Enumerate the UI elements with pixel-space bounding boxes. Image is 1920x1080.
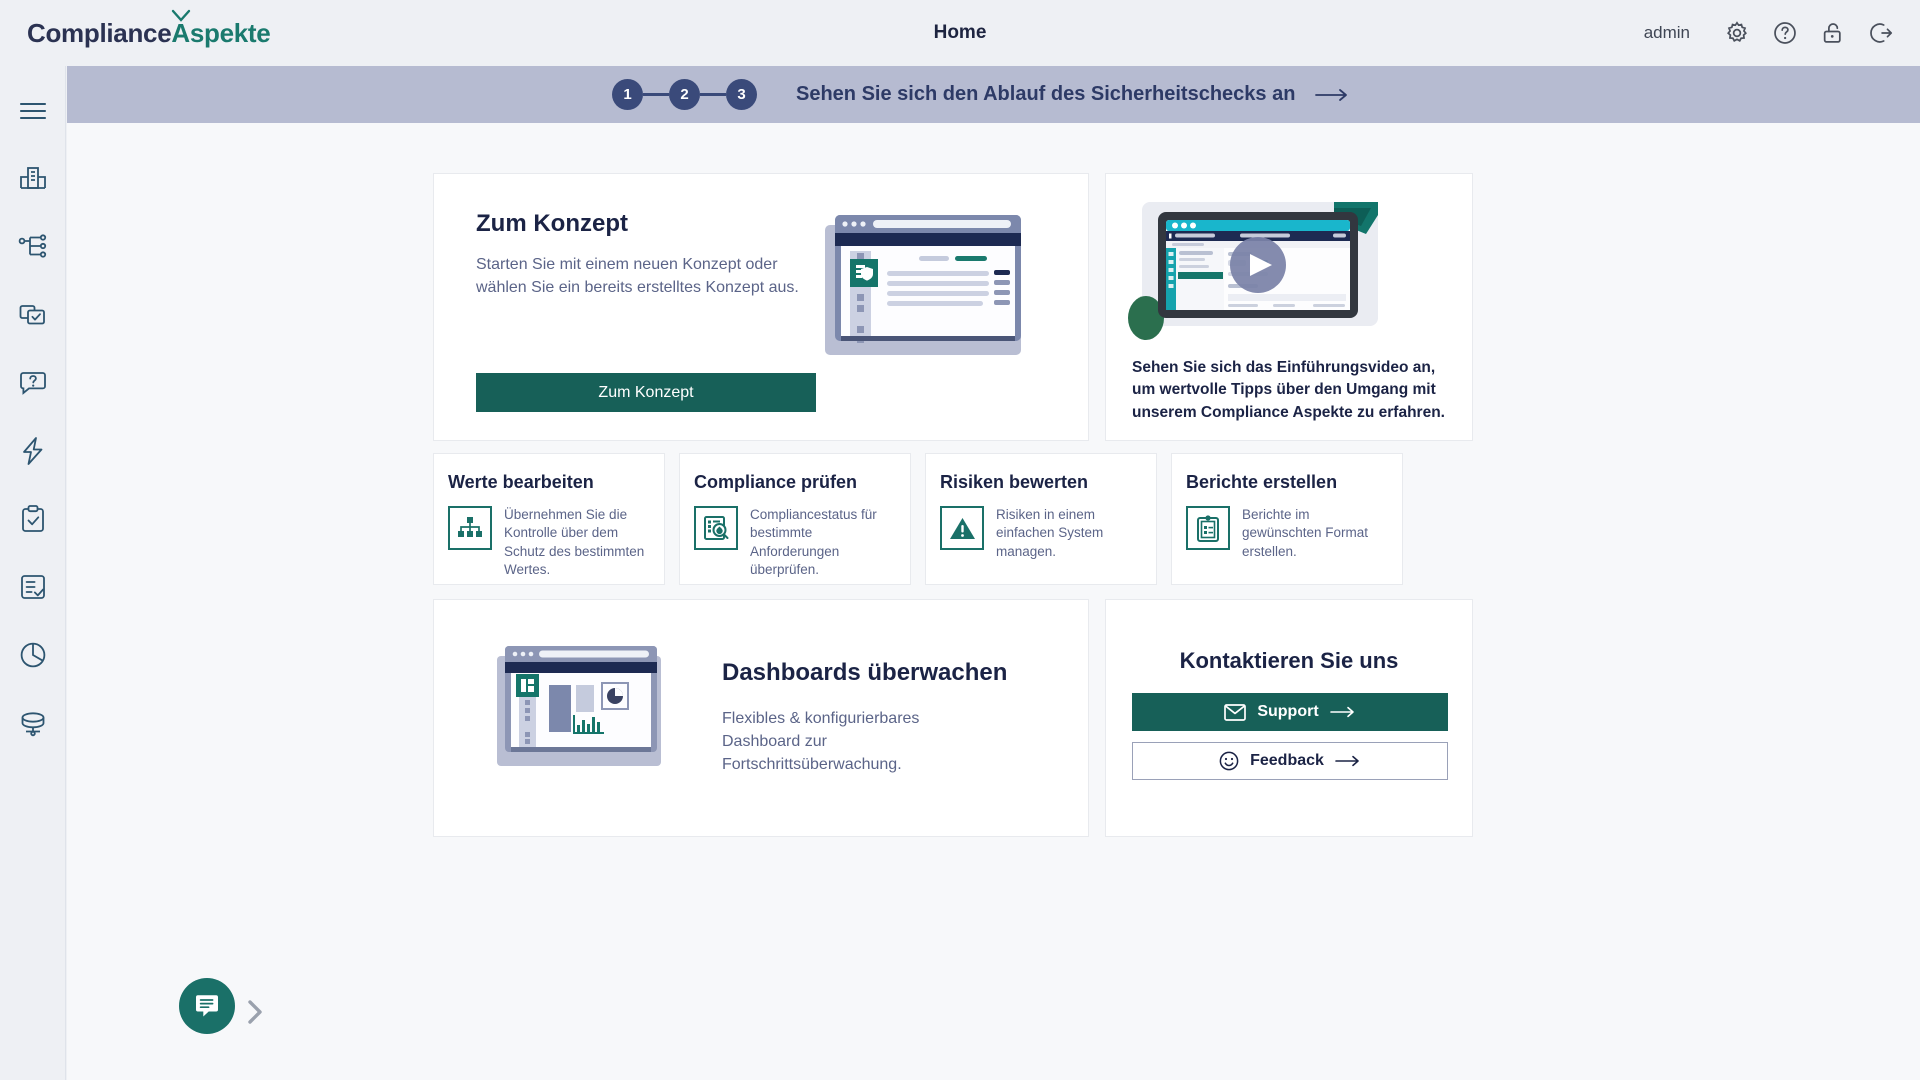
intro-video-description: Sehen Sie sich das Einführungsvideo an, … — [1132, 359, 1445, 421]
dashboard-card: Dashboards überwachen Flexibles & konfig… — [433, 599, 1089, 837]
sidebar-item-analytics[interactable] — [10, 632, 56, 678]
logout-icon[interactable] — [1868, 20, 1894, 46]
logo-text-primary: Compliance — [27, 17, 172, 48]
chat-widget-button[interactable] — [179, 978, 235, 1034]
document-magnifier-icon — [704, 516, 729, 540]
step-connector — [700, 93, 726, 96]
top-header-bar: ComplianceAspekte Home admin — [0, 0, 1920, 66]
step-1[interactable]: 1 — [612, 79, 643, 110]
app-logo[interactable]: ComplianceAspekte — [27, 9, 271, 49]
browser-window-shield-illustration — [825, 215, 1021, 355]
sidebar-item-organization[interactable] — [10, 156, 56, 202]
konzept-title: Zum Konzept — [476, 210, 628, 237]
sidebar-item-hierarchy[interactable] — [10, 224, 56, 270]
sidebar-item-questions[interactable] — [10, 360, 56, 406]
chat-bubble-icon — [196, 995, 218, 1017]
feature-icon-frame — [940, 506, 984, 550]
current-user-label: admin — [1643, 23, 1690, 42]
sidebar-item-documents[interactable] — [10, 292, 56, 338]
feature-card-compliance-pruefen[interactable]: Compliance prüfen Compliancestatus für b… — [679, 453, 911, 585]
dashboard-browser-illustration — [497, 646, 661, 766]
feature-description: Risiken in einem einfachen System manage… — [996, 507, 1104, 559]
security-check-banner[interactable]: 1 2 3 Sehen Sie sich den Ablauf des Sich… — [67, 66, 1920, 123]
step-3[interactable]: 3 — [726, 79, 757, 110]
feedback-button[interactable]: Feedback — [1132, 742, 1448, 780]
step-2[interactable]: 2 — [669, 79, 700, 110]
organization-icon — [19, 167, 46, 189]
sidebar-item-data[interactable] — [10, 700, 56, 746]
arrow-right-icon — [1329, 706, 1354, 718]
contact-card: Kontaktieren Sie uns Support Feedback — [1105, 599, 1473, 837]
feedback-label: Feedback — [1250, 752, 1324, 769]
feature-title: Compliance prüfen — [694, 472, 858, 492]
konzept-card: Zum Konzept Starten Sie mit einem neuen … — [433, 173, 1089, 441]
hamburger-menu-icon — [19, 102, 46, 120]
feature-title: Risiken bewerten — [940, 472, 1089, 492]
feature-card-risiken-bewerten[interactable]: Risiken bewerten Risiken in einem einfac… — [925, 453, 1157, 585]
gear-icon[interactable] — [1724, 20, 1750, 46]
arrow-right-icon — [1315, 88, 1348, 101]
check-icon — [171, 9, 191, 22]
clipboard-report-icon — [1197, 514, 1219, 542]
chevron-right-icon[interactable] — [245, 998, 265, 1026]
sidebar-item-reports[interactable] — [10, 564, 56, 610]
hierarchy-nodes-icon — [458, 517, 482, 537]
intro-video-card: Sehen Sie sich das Einführungsvideo an, … — [1105, 173, 1473, 441]
feature-card-berichte-erstellen[interactable]: Berichte erstellen Berichte im gewünscht… — [1171, 453, 1403, 585]
step-connector — [643, 93, 669, 96]
left-sidebar — [0, 66, 66, 1080]
clipboard-check-icon — [21, 505, 44, 532]
lightning-icon — [22, 437, 42, 465]
step-indicator: 1 2 3 — [612, 79, 757, 110]
feature-icon-frame — [1186, 506, 1230, 550]
hierarchy-icon — [18, 234, 46, 258]
feature-title: Werte bearbeiten — [448, 472, 594, 492]
dashboard-title: Dashboards überwachen — [722, 659, 1008, 686]
feature-icon-frame — [448, 506, 492, 550]
feature-icon-frame — [694, 506, 738, 550]
sidebar-item-tasks[interactable] — [10, 496, 56, 542]
sidebar-item-actions[interactable] — [10, 428, 56, 474]
page-title: Home — [933, 22, 987, 43]
question-bubble-icon — [19, 372, 46, 395]
banner-label: Sehen Sie sich den Ablauf des Sicherheit… — [796, 83, 1296, 105]
sidebar-item-menu[interactable] — [10, 88, 56, 134]
dashboard-description: Flexibles & konfigurierbares Dashboard z… — [722, 710, 920, 773]
arrow-right-icon — [1335, 755, 1359, 767]
document-check-icon — [20, 575, 45, 599]
envelope-icon — [1224, 703, 1247, 721]
warning-triangle-icon — [949, 517, 975, 539]
support-button[interactable]: Support — [1132, 693, 1448, 731]
help-circle-icon[interactable] — [1772, 20, 1798, 46]
konzept-description: Starten Sie mit einem neuen Konzept oder… — [476, 256, 799, 296]
banner-label-group: Sehen Sie sich den Ablauf des Sicherheit… — [796, 83, 1349, 106]
feature-description: Compliancestatus für bestimmte Anforderu… — [750, 507, 877, 578]
support-label: Support — [1257, 703, 1319, 720]
feature-description: Übernehmen Sie die Kontrolle über dem Sc… — [504, 507, 645, 578]
feature-description: Berichte im gewünschten Format erstellen… — [1242, 507, 1369, 559]
contact-title: Kontaktieren Sie uns — [1179, 648, 1399, 673]
feature-title: Berichte erstellen — [1186, 472, 1338, 492]
intro-video-thumbnail[interactable] — [1128, 194, 1386, 342]
feature-card-werte-bearbeiten[interactable]: Werte bearbeiten Übernehmen Sie die Kont… — [433, 453, 665, 585]
header-actions: admin — [1644, 0, 1894, 66]
main-content: Zum Konzept Starten Sie mit einem neuen … — [67, 123, 1920, 1080]
documents-check-icon — [19, 305, 45, 325]
smiley-icon — [1219, 751, 1239, 771]
unlock-icon[interactable] — [1820, 20, 1846, 46]
zum-konzept-button[interactable]: Zum Konzept — [476, 373, 816, 412]
database-icon — [21, 712, 44, 737]
pie-chart-icon — [20, 642, 45, 668]
